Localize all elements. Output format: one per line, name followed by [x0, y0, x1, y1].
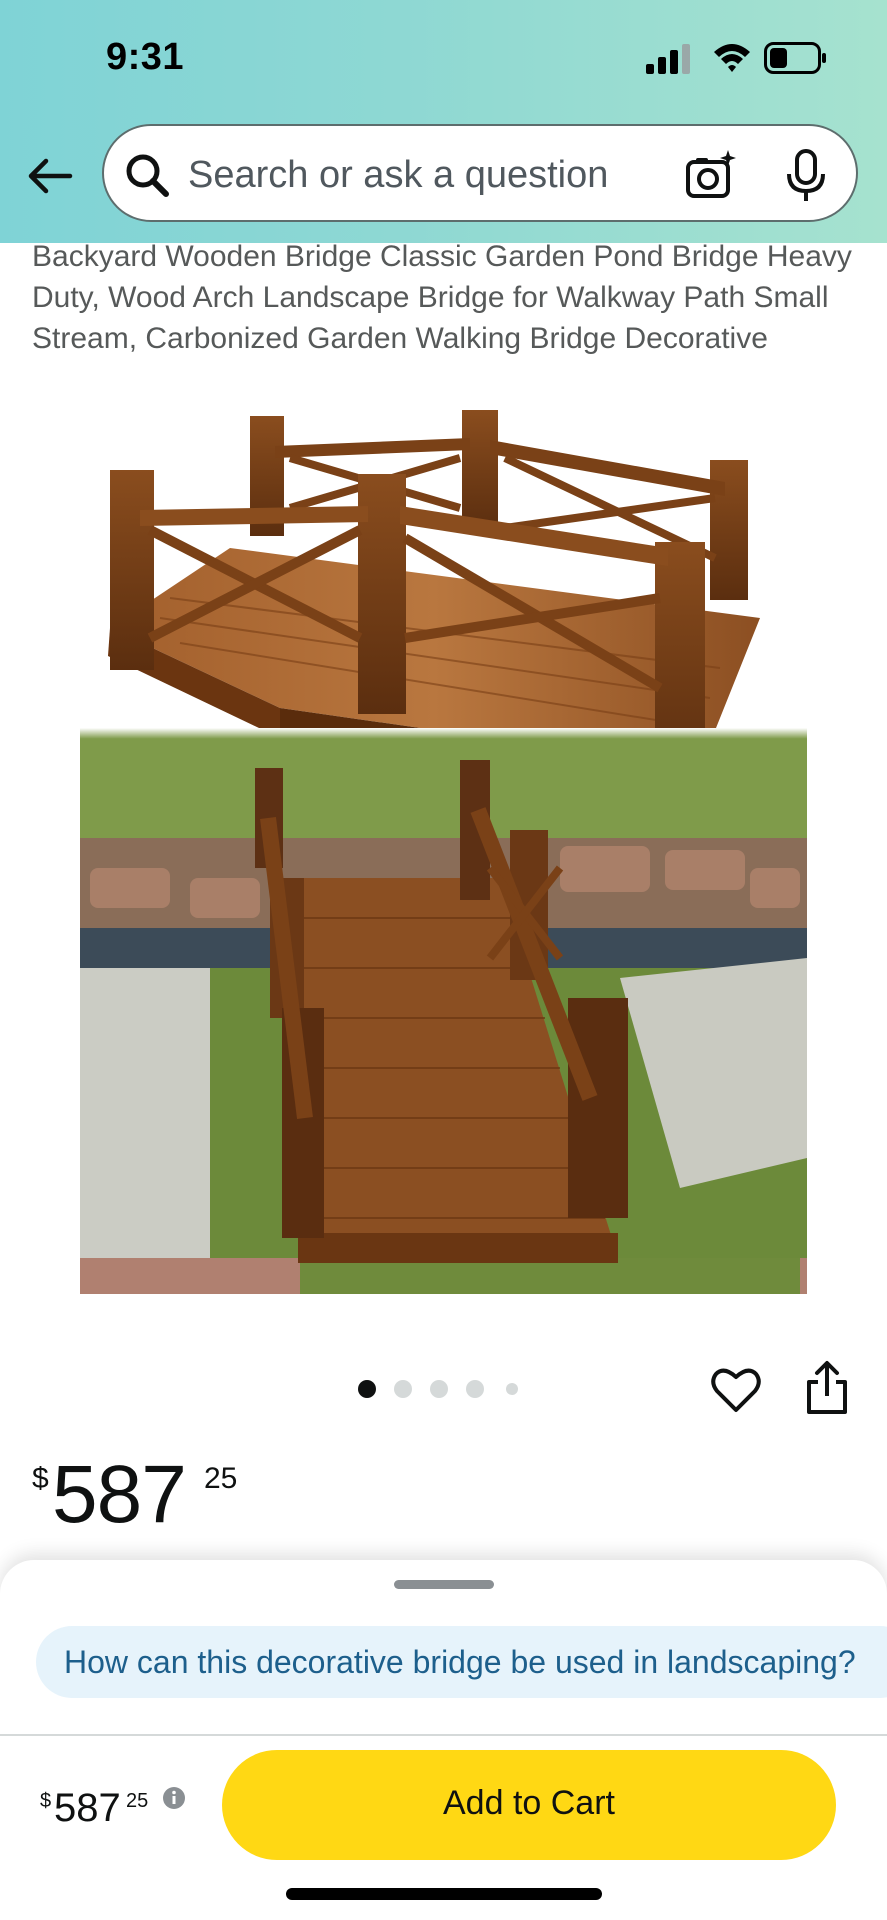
- search-placeholder[interactable]: Search or ask a question: [188, 154, 608, 197]
- status-bar: 9:31: [0, 0, 887, 110]
- bridge-garden-photo: [80, 728, 807, 1294]
- suggested-question-chip[interactable]: How can this decorative bridge be used i…: [36, 1626, 887, 1698]
- battery-icon: [764, 42, 826, 74]
- carousel-dot[interactable]: [506, 1383, 518, 1395]
- price-currency: $: [40, 1790, 52, 1812]
- share-icon[interactable]: [804, 1360, 850, 1416]
- status-time: 9:31: [106, 36, 185, 78]
- divider: [0, 1734, 887, 1736]
- camera-icon[interactable]: [684, 148, 740, 204]
- signal-icon: [646, 44, 690, 74]
- bottom-sheet: How can this decorative bridge be used i…: [0, 1560, 887, 1920]
- price-currency: $: [32, 1462, 49, 1495]
- sheet-drag-handle[interactable]: [394, 1580, 494, 1589]
- info-icon[interactable]: [162, 1786, 186, 1810]
- product-image[interactable]: [0, 398, 887, 1308]
- product-title: Backyard Wooden Bridge Classic Garden Po…: [32, 240, 852, 355]
- price-fraction: 25: [204, 1462, 238, 1495]
- heart-icon[interactable]: [710, 1364, 762, 1416]
- carousel-dot[interactable]: [466, 1380, 484, 1398]
- carousel-dot[interactable]: [358, 1380, 376, 1398]
- home-indicator: [286, 1888, 602, 1900]
- add-to-cart-button[interactable]: Add to Cart: [222, 1750, 836, 1860]
- carousel-dot[interactable]: [394, 1380, 412, 1398]
- search-input[interactable]: Search or ask a question: [102, 124, 858, 222]
- search-icon[interactable]: [122, 150, 172, 200]
- wifi-icon: [714, 44, 750, 72]
- price-whole: 587: [52, 1449, 187, 1540]
- back-arrow-icon[interactable]: [24, 150, 76, 202]
- mic-icon[interactable]: [784, 148, 828, 204]
- header-area: 9:31 Search or ask a question: [0, 0, 887, 243]
- suggested-question-text[interactable]: How can this decorative bridge be used i…: [64, 1644, 856, 1681]
- carousel-dot[interactable]: [430, 1380, 448, 1398]
- price-whole: 587: [54, 1786, 121, 1830]
- price-fraction: 25: [126, 1790, 149, 1812]
- add-to-cart-label: Add to Cart: [443, 1784, 615, 1822]
